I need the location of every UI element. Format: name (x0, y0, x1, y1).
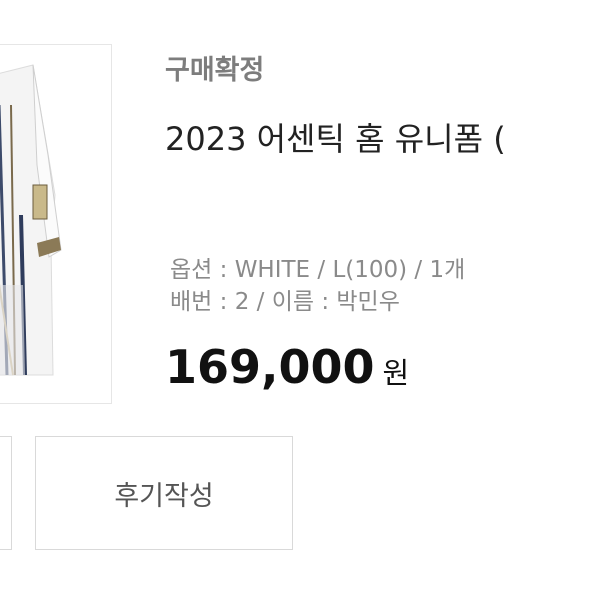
write-review-label: 후기작성 (114, 480, 214, 512)
jersey-image-icon (0, 64, 62, 376)
order-status-label: 구매확정 (165, 55, 265, 86)
product-option-text: 옵션 : WHITE / L(100) / 1개 (170, 257, 466, 283)
price: 169,000 원 (165, 340, 409, 394)
price-currency-unit: 원 (382, 356, 410, 390)
jersey-number-name-text: 배번 : 2 / 이름 : 박민우 (170, 289, 400, 315)
product-thumbnail[interactable] (0, 44, 112, 404)
write-review-button[interactable]: 후기작성 (35, 436, 293, 550)
product-title[interactable]: 2023 어센틱 홈 유니폼 ( (165, 114, 506, 160)
secondary-action-button[interactable] (0, 436, 12, 550)
order-item-card: 구매확정 2023 어센틱 홈 유니폼 ( 옵션 : WHITE / L(100… (0, 0, 590, 590)
price-amount: 169,000 (165, 340, 375, 394)
